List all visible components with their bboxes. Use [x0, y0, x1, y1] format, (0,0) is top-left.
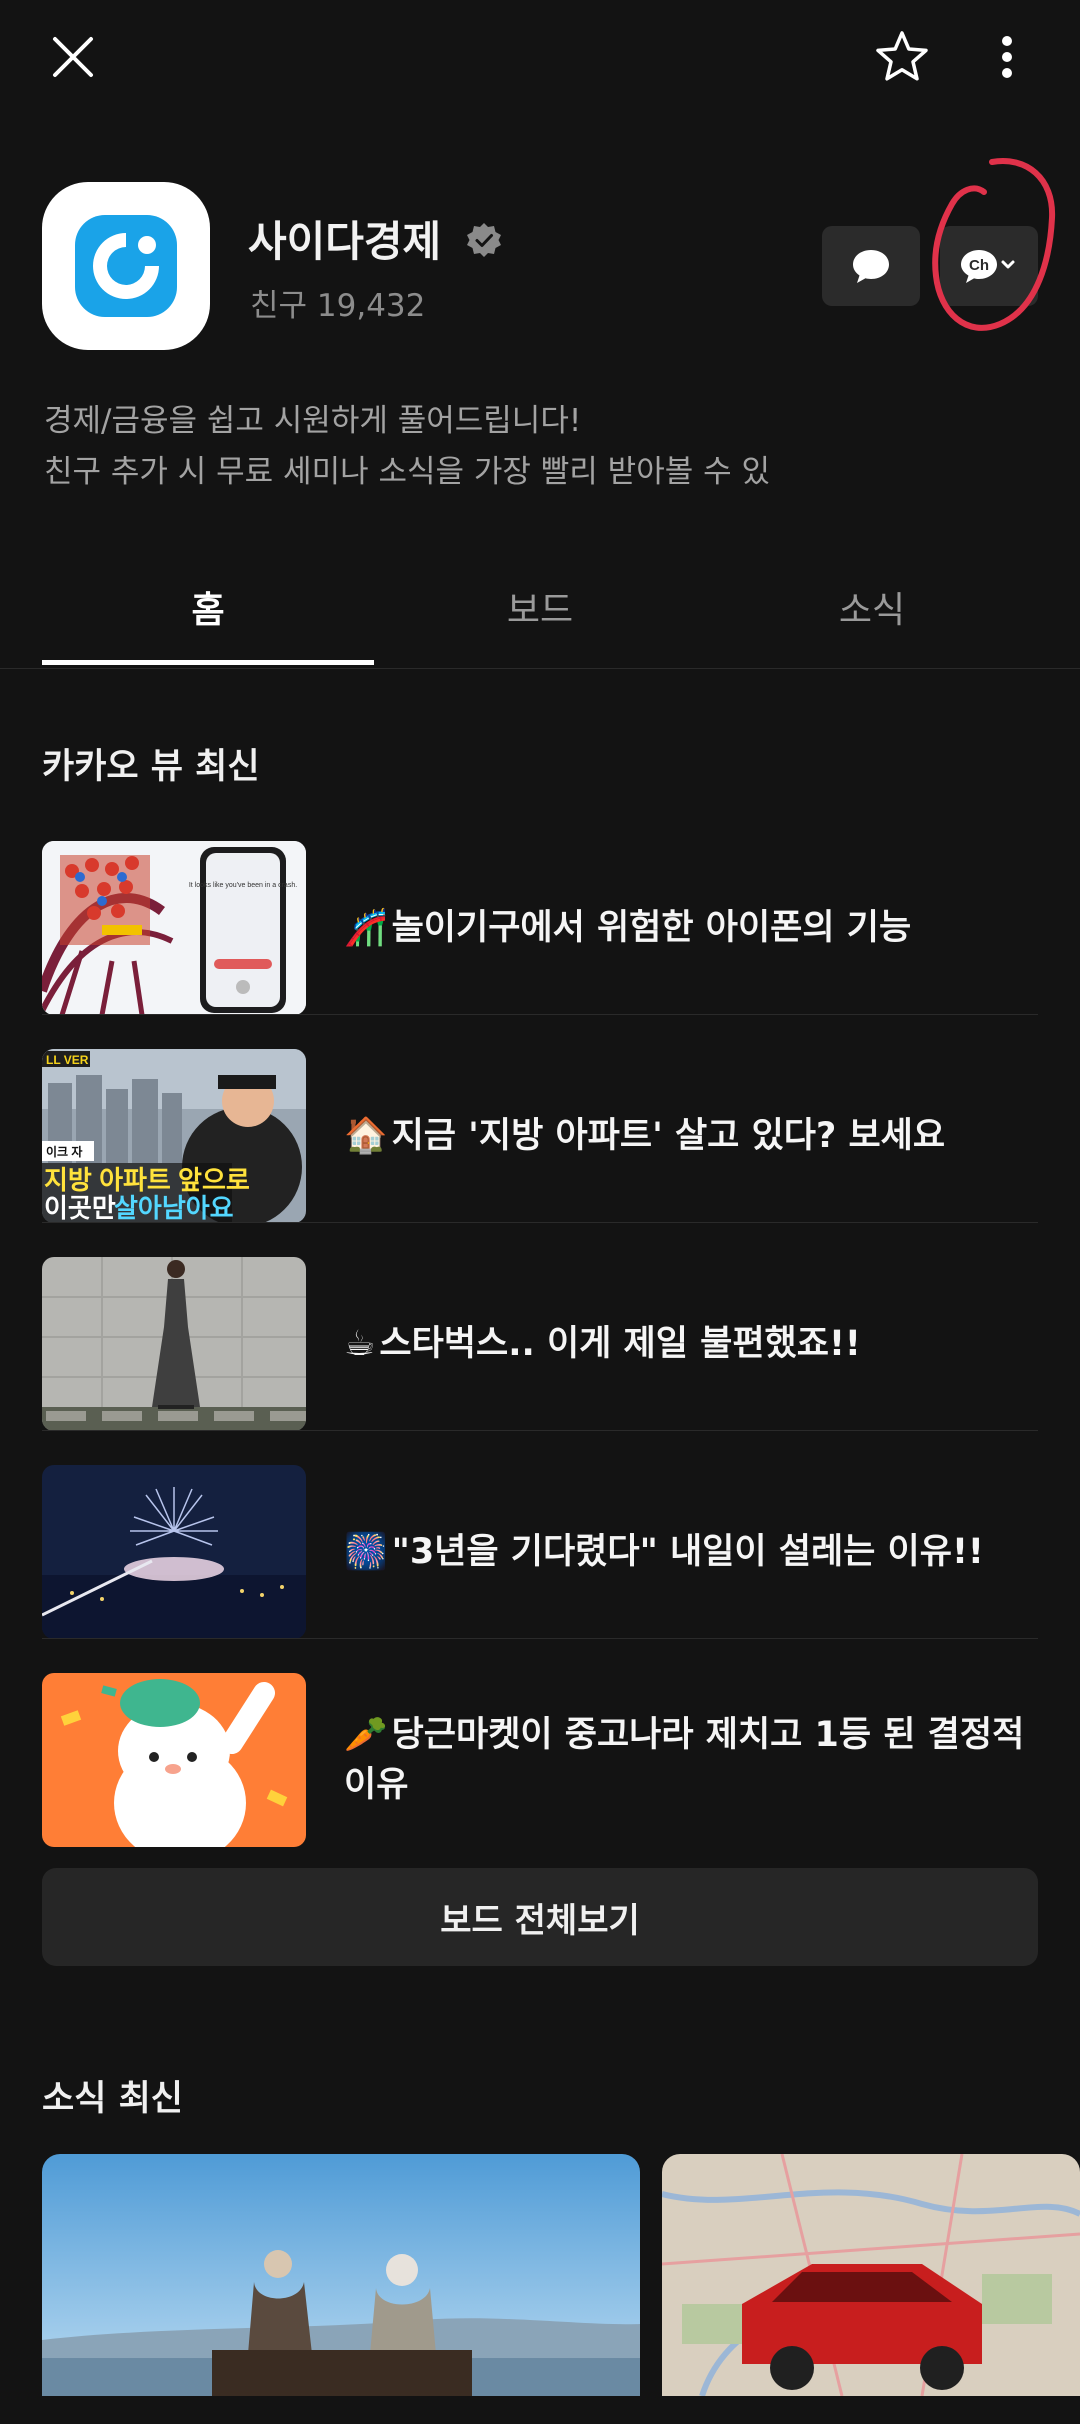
- svg-text:It looks like you've been in a: It looks like you've been in a crash.: [189, 882, 297, 889]
- svg-text:이크 자: 이크 자: [46, 1144, 82, 1159]
- friend-count: 친구 19,432: [250, 288, 426, 324]
- channel-description: 경제/금융을 쉽고 시원하게 풀어드립니다! 친구 추가 시 무료 세미나 소식…: [44, 396, 1044, 498]
- news-card-image: [662, 2154, 1080, 2396]
- thumbnail-starbucks: [42, 1257, 306, 1431]
- view-item-title: ☕ 스타벅스.. 이게 제일 불편했죠!!: [344, 1324, 861, 1364]
- svg-text:LL VER: LL VER: [46, 1053, 89, 1067]
- description-line-2: 친구 추가 시 무료 세미나 소식을 가장 빨리 받아볼 수 있: [44, 454, 770, 490]
- list-divider: [42, 1430, 1038, 1431]
- news-card[interactable]: [42, 2154, 640, 2396]
- tab-bar: 홈 보드 소식: [0, 548, 1080, 669]
- view-item-title: 🎢 놀이기구에서 위험한 아이폰의 기능: [344, 908, 912, 948]
- list-divider: [42, 1014, 1038, 1015]
- tab-board[interactable]: 보드: [374, 548, 706, 666]
- close-button[interactable]: [40, 24, 106, 90]
- list-divider: [42, 1222, 1038, 1223]
- channel-name: 사이다경제: [248, 217, 442, 266]
- svg-text:살아남아요: 살아남아요: [114, 1193, 234, 1223]
- star-icon: [876, 31, 928, 81]
- svg-text:Ch: Ch: [969, 257, 989, 274]
- view-list-item[interactable]: LL VER 이크 자 지방 아파트 앞으로 이곳만 살아남아요 🏠 지금 '지방…: [42, 1032, 1038, 1240]
- verified-badge-icon: [467, 223, 501, 257]
- svg-text:지방 아파트 앞으로: 지방 아파트 앞으로: [44, 1165, 250, 1195]
- top-bar: [0, 0, 1080, 120]
- svg-text:이곳만: 이곳만: [44, 1193, 116, 1223]
- more-vertical-icon: [1002, 36, 1012, 78]
- thumbnail-apartment: LL VER 이크 자 지방 아파트 앞으로 이곳만 살아남아요: [42, 1049, 306, 1223]
- list-divider: [42, 1638, 1038, 1639]
- close-icon: [53, 37, 93, 77]
- channel-profile: 사이다경제 친구 19,432 Ch: [0, 170, 1080, 370]
- view-list-item[interactable]: ☕ 스타벅스.. 이게 제일 불편했죠!!: [42, 1240, 1038, 1448]
- board-all-button[interactable]: 보드 전체보기: [42, 1868, 1038, 1966]
- tab-news[interactable]: 소식: [706, 548, 1038, 666]
- view-list-item[interactable]: It looks like you've been in a crash. 🎢 놀…: [42, 824, 1038, 1032]
- thumbnail-fireworks: [42, 1465, 306, 1639]
- channel-menu-button[interactable]: Ch: [940, 226, 1038, 306]
- view-list-item[interactable]: 🎆 "3년을 기다렸다" 내일이 설레는 이유!!: [42, 1448, 1038, 1656]
- bottom-edge: [0, 2396, 1080, 2424]
- channel-avatar[interactable]: [42, 182, 210, 350]
- channel-ch-icon: Ch: [961, 250, 1015, 283]
- thumbnail-carrot-market: [42, 1673, 306, 1847]
- more-options-button[interactable]: [982, 24, 1032, 90]
- chat-bubble-icon: [853, 250, 889, 283]
- description-line-1: 경제/금융을 쉽고 시원하게 풀어드립니다!: [44, 403, 582, 439]
- news-section-title: 소식 최신: [42, 2079, 183, 2119]
- view-item-title: 🏠 지금 '지방 아파트' 살고 있다? 보세요: [344, 1116, 946, 1156]
- favorite-button[interactable]: [866, 24, 938, 90]
- news-card-image: [42, 2154, 640, 2396]
- channel-logo: [75, 215, 177, 317]
- thumbnail-rollercoaster: It looks like you've been in a crash.: [42, 841, 306, 1015]
- view-list-item[interactable]: 🥕 당근마켓이 중고나라 제치고 1등 된 결정적 이유: [42, 1656, 1038, 1864]
- chat-button[interactable]: [822, 226, 920, 306]
- view-item-title: 🎆 "3년을 기다렸다" 내일이 설레는 이유!!: [344, 1532, 984, 1572]
- view-item-title: 🥕 당근마켓이 중고나라 제치고 1등 된 결정적 이유: [344, 1715, 1025, 1805]
- view-section-title: 카카오 뷰 최신: [42, 747, 260, 787]
- tab-home[interactable]: 홈: [42, 548, 374, 666]
- news-card[interactable]: [662, 2154, 1080, 2396]
- tab-active-indicator: [42, 660, 374, 665]
